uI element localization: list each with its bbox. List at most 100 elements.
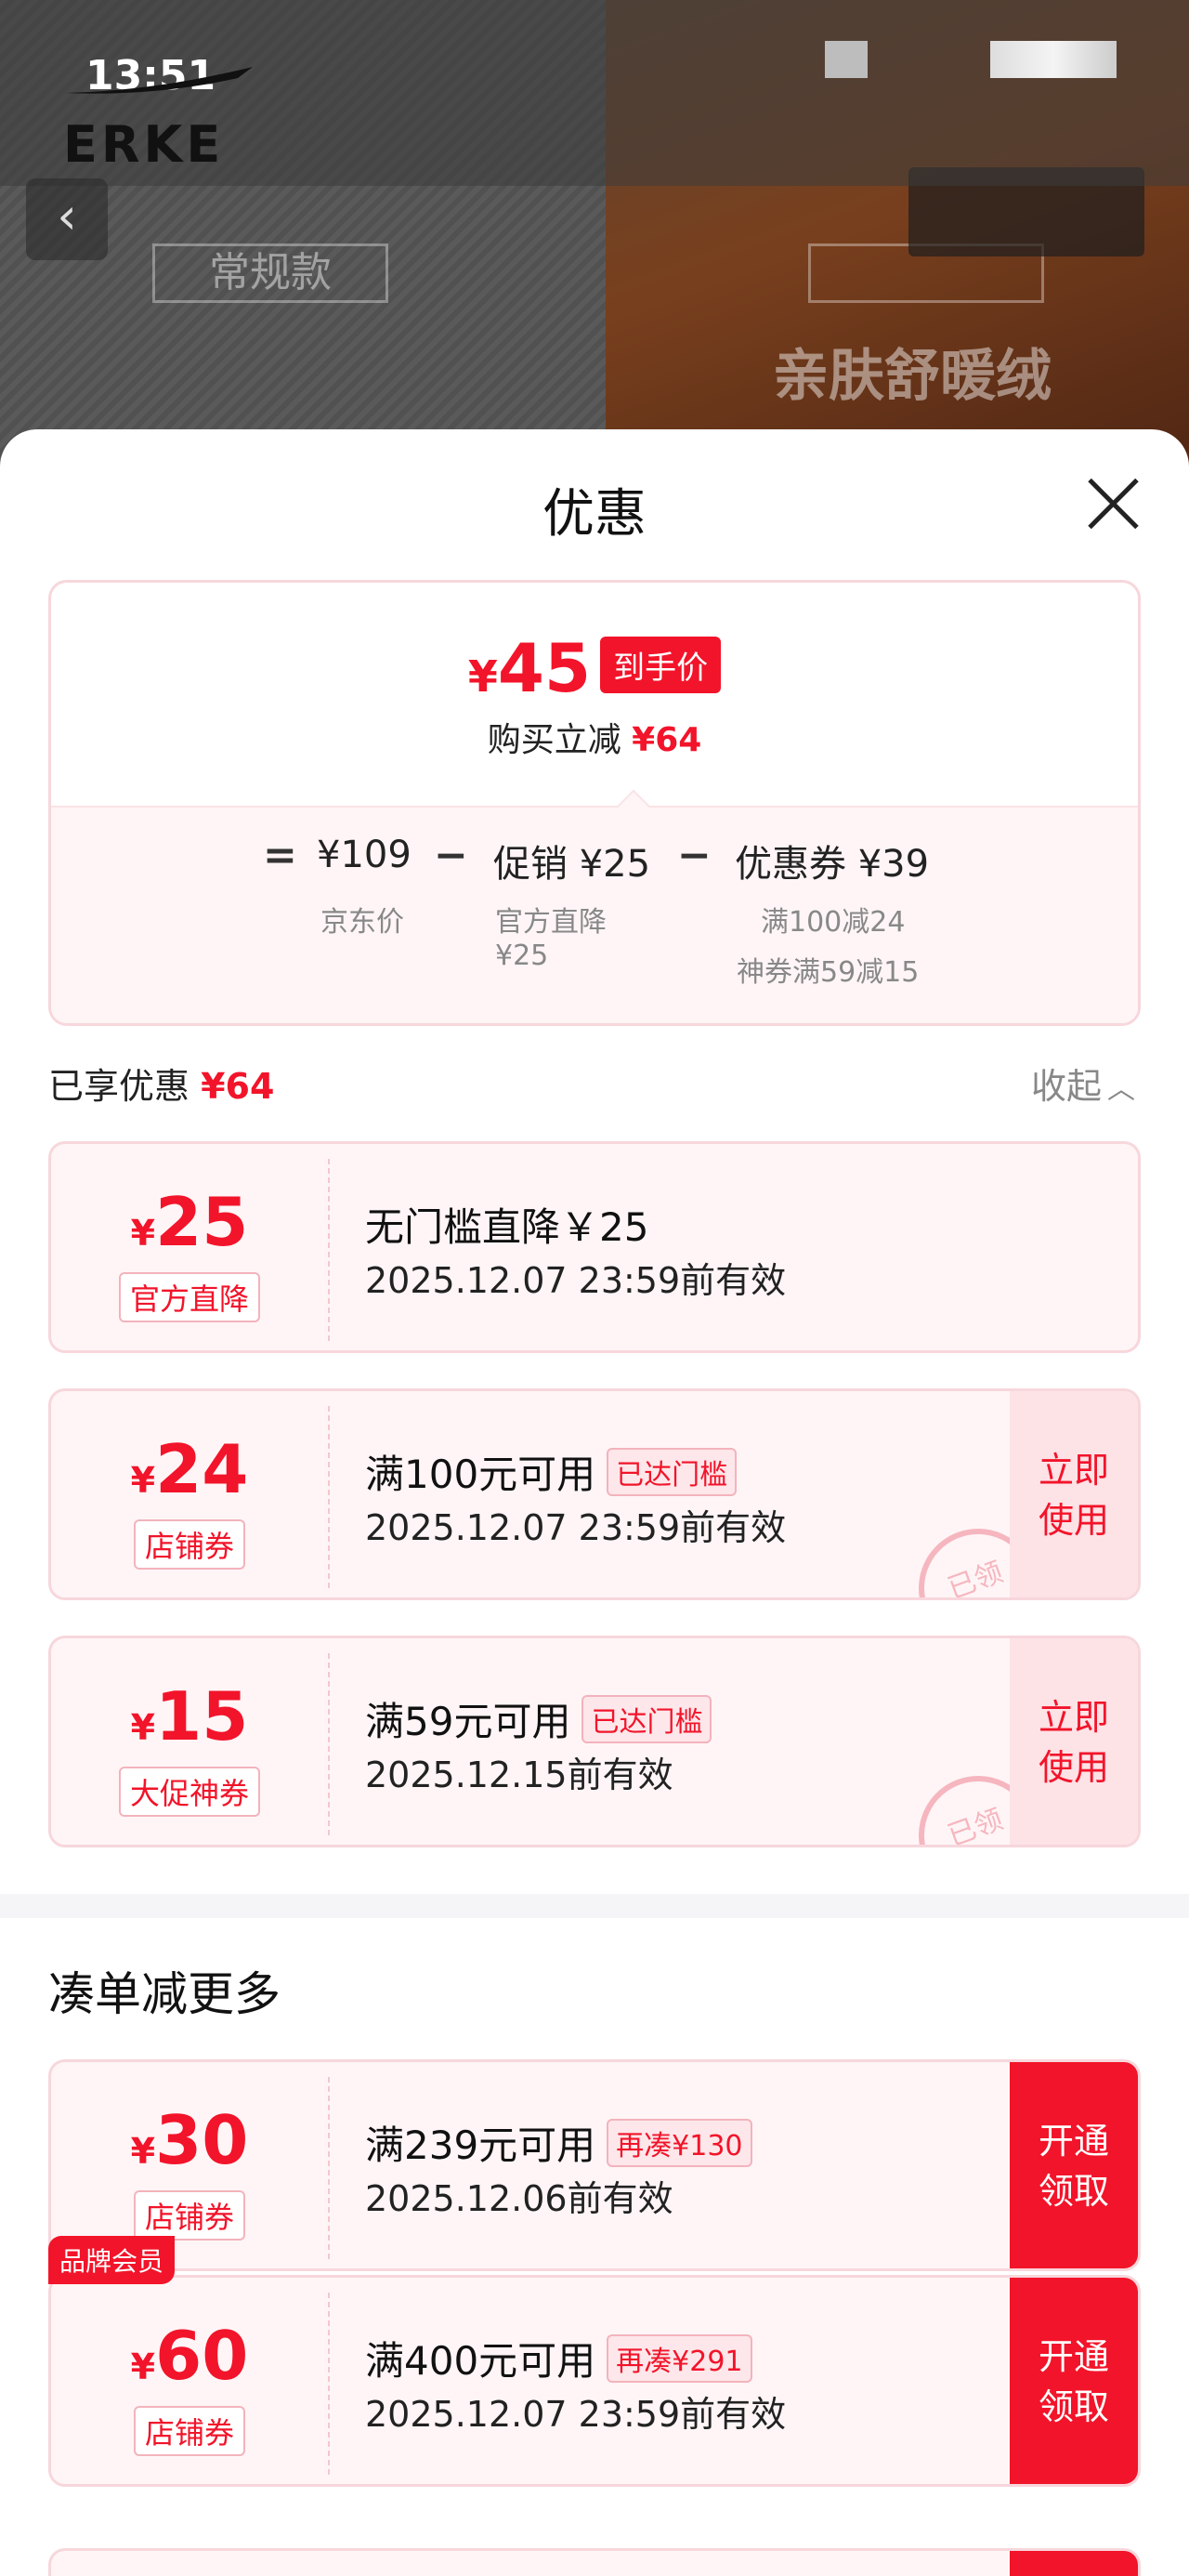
status-bar: 13:51 ERKE	[0, 0, 1189, 186]
minus-sign-2: −	[677, 832, 712, 879]
status-icon-blurred-2	[990, 41, 1117, 78]
activate-claim-label: 开通领取	[1038, 2121, 1109, 2212]
coupon-amount-area: ¥60 店铺券	[51, 2278, 328, 2484]
coupon-card-partial	[48, 2548, 1141, 2576]
coupon-sub-1: 满100减24	[761, 906, 906, 939]
equals-sign: =	[263, 832, 297, 879]
coupon-amount-value: 60	[155, 2317, 249, 2395]
brand-member-badge: 品牌会员	[48, 2236, 176, 2284]
use-now-button[interactable]: 立即使用	[1010, 1391, 1138, 1597]
coupon-sub-2: 神券满59减15	[737, 956, 920, 989]
final-price-badge: 到手价	[600, 637, 722, 693]
coupon-threshold-tag: 已达门槛	[607, 1448, 738, 1496]
enjoyed-discount: 已享优惠 ¥64	[48, 1058, 274, 1109]
discount-sheet: 优惠 ¥45 到手价 购买立减 ¥64 = ¥109 京东价 − 促销 ¥25 官…	[0, 429, 1189, 2576]
coupon-card: ¥30 店铺券 满239元可用 再凑¥130 2025.12.06前有效 开通领取	[48, 2059, 1141, 2271]
coupon-title-text: 满100元可用	[365, 1452, 596, 1497]
jd-price: ¥109	[317, 834, 412, 876]
coupon-amount-area: ¥25 官方直降	[51, 1144, 328, 1350]
coupon-title: 满239元可用 再凑¥130	[365, 2114, 752, 2171]
coupon-currency: ¥	[130, 1213, 156, 1254]
coupon-title: 满100元可用 已达门槛	[365, 1443, 738, 1500]
status-icon-blurred	[825, 41, 868, 78]
activate-claim-button-partial[interactable]	[1010, 2551, 1138, 2576]
activate-claim-label: 开通领取	[1038, 2336, 1109, 2427]
promo-sub-value: ¥25	[495, 940, 549, 972]
coupon-title-text: 满239元可用	[365, 2123, 596, 2168]
instant-discount: 购买立减 ¥64	[51, 713, 1138, 761]
price-summary-card: ¥45 到手价 购买立减 ¥64 = ¥109 京东价 − 促销 ¥25 官方直降…	[48, 580, 1141, 1026]
coupon-card: ¥15 大促神券 满59元可用 已达门槛 2025.12.15前有效 已领 立即使…	[48, 1636, 1141, 1847]
coupon-currency: ¥	[130, 1460, 156, 1501]
coupon-currency: ¥	[130, 2346, 156, 2387]
coupon-divider	[328, 1406, 330, 1588]
activate-claim-button[interactable]: 开通领取	[1010, 2062, 1138, 2268]
back-button[interactable]: ‹	[26, 178, 108, 260]
collapse-label: 收起	[1031, 1066, 1103, 1107]
coupon-validity: 2025.12.07 23:59前有效	[365, 2394, 787, 2435]
coupon-amount-value: 25	[155, 1183, 249, 1261]
instant-discount-value: ¥64	[632, 721, 702, 759]
enjoyed-value: ¥64	[201, 1066, 275, 1107]
coupon-amount: ¥25	[51, 1183, 328, 1261]
variant-fleece-title: 亲肤舒暖绒	[773, 344, 1052, 409]
coupon-type: 店铺券	[133, 1519, 246, 1570]
section-divider	[0, 1894, 1189, 1918]
brand-swoosh-icon	[65, 67, 253, 94]
coupon-validity: 2025.12.06前有效	[365, 2178, 673, 2219]
promo-sub-label: 官方直降	[495, 906, 607, 939]
coupon-threshold-tag: 已达门槛	[581, 1695, 712, 1743]
sheet-title: 优惠	[542, 484, 647, 545]
coupon-amount: ¥60	[51, 2317, 328, 2395]
coupon-divider	[328, 2293, 330, 2475]
coupon-divider	[328, 2077, 330, 2259]
coupon-title-text: 满400元可用	[365, 2338, 596, 2384]
coupon-card: ¥25 官方直降 无门槛直降￥25 2025.12.07 23:59前有效	[48, 1141, 1141, 1353]
coupon-amount-value: 15	[155, 1677, 249, 1755]
coupon-type: 官方直降	[118, 1272, 261, 1322]
coupon-gap-tag: 再凑¥130	[607, 2119, 752, 2167]
coupon-amount: 优惠券 ¥39	[735, 843, 930, 886]
brand-logo: ERKE	[63, 115, 225, 174]
coupon-type: 店铺券	[133, 2406, 246, 2456]
coupon-amount: ¥24	[51, 1430, 328, 1508]
coupon-validity: 2025.12.15前有效	[365, 1755, 673, 1795]
coupon-title-text: 满59元可用	[365, 1699, 571, 1744]
coupon-validity: 2025.12.07 23:59前有效	[365, 1260, 787, 1301]
more-discounts-title: 凑单减更多	[48, 1967, 281, 2021]
coupon-currency: ¥	[130, 2131, 156, 2172]
close-icon[interactable]	[1083, 474, 1143, 533]
coupon-currency: ¥	[130, 1707, 156, 1748]
coupon-amount-value: 30	[155, 2101, 249, 2179]
coupon-divider	[328, 1653, 330, 1835]
coupon-divider	[328, 1159, 330, 1341]
coupon-amount: ¥15	[51, 1677, 328, 1755]
instant-discount-label: 购买立减	[487, 721, 621, 759]
variant-tag-regular: 常规款	[152, 243, 388, 303]
coupon-amount-value: 24	[155, 1430, 249, 1508]
chevron-up-icon: ︿	[1107, 1073, 1136, 1106]
coupon-card: ¥60 店铺券 满400元可用 再凑¥291 2025.12.07 23:59前有…	[48, 2275, 1141, 2487]
final-price-value: 45	[497, 629, 592, 707]
jd-price-label: 京东价	[320, 906, 404, 939]
coupon-title: 无门槛直降￥25	[365, 1204, 649, 1250]
coupon-amount-area: ¥15 大促神券	[51, 1638, 328, 1845]
minus-sign-1: −	[434, 832, 468, 879]
coupon-title: 满400元可用 再凑¥291	[365, 2330, 752, 2386]
coupon-card: ¥24 店铺券 满100元可用 已达门槛 2025.12.07 23:59前有效 …	[48, 1388, 1141, 1600]
coupon-title: 满59元可用 已达门槛	[365, 1690, 712, 1747]
coupon-validity: 2025.12.07 23:59前有效	[365, 1507, 787, 1548]
coupon-type: 大促神券	[118, 1767, 261, 1817]
coupon-amount: ¥30	[51, 2101, 328, 2179]
collapse-toggle[interactable]: 收起 ︿	[1031, 1058, 1135, 1109]
use-now-button[interactable]: 立即使用	[1010, 1638, 1138, 1845]
coupon-gap-tag: 再凑¥291	[607, 2334, 752, 2383]
activate-claim-button[interactable]: 开通领取	[1010, 2278, 1138, 2484]
coupon-amount-area: ¥24 店铺券	[51, 1391, 328, 1597]
promo-amount: 促销 ¥25	[493, 843, 651, 886]
coupon-type: 店铺券	[133, 2190, 246, 2241]
use-now-label: 立即使用	[1038, 1450, 1109, 1541]
enjoyed-label: 已享优惠	[48, 1066, 190, 1107]
currency-symbol: ¥	[467, 651, 498, 702]
final-price: ¥45 到手价	[51, 629, 1138, 707]
